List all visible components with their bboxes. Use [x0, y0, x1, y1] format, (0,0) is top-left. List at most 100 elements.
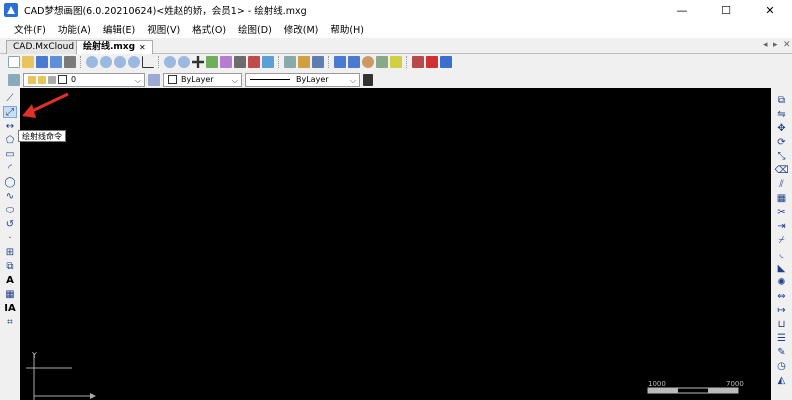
- chamfer-icon[interactable]: ◣: [776, 262, 788, 274]
- layer-dropdown[interactable]: 0 ⌵: [23, 72, 145, 87]
- hatch-icon[interactable]: ▦: [3, 288, 17, 300]
- move-icon[interactable]: ✥: [776, 122, 788, 134]
- linetype-dropdown[interactable]: ByLayer ⌵: [245, 72, 360, 87]
- dimension-icon[interactable]: ◭: [776, 374, 788, 386]
- zoom-window-icon[interactable]: [86, 56, 98, 68]
- array-icon[interactable]: ▦: [776, 192, 788, 204]
- rotate-icon[interactable]: ⟳: [776, 136, 788, 148]
- match-icon[interactable]: ✎: [776, 346, 788, 358]
- lock-icon: [48, 75, 56, 84]
- share-icon[interactable]: [440, 56, 452, 68]
- scale-label-start: 1000: [648, 380, 666, 388]
- explode-icon[interactable]: ✺: [776, 276, 788, 288]
- settings-icon[interactable]: [390, 56, 402, 68]
- make-current-layer-icon[interactable]: [148, 73, 160, 86]
- zoom-extents-icon[interactable]: [128, 56, 140, 68]
- line-icon[interactable]: ⟋: [3, 92, 17, 104]
- tab-current-drawing[interactable]: 绘射线.mxg ✕: [76, 40, 153, 54]
- text-icon[interactable]: A: [3, 274, 17, 286]
- draw-toolbar: ⟋ ⤢ ↔ ⬠ ▭ ◜ ◯ ∿ ⬭ ↺ · ⊞ ⧉ A ▦ IA ⌗: [0, 88, 20, 400]
- menu-format[interactable]: 格式(O): [186, 22, 232, 36]
- zoom-in-icon[interactable]: [100, 56, 112, 68]
- break-icon[interactable]: ⌿: [776, 234, 788, 246]
- insert-image-icon[interactable]: [298, 56, 310, 68]
- match-properties-icon[interactable]: [248, 56, 260, 68]
- arc-icon[interactable]: ◜: [3, 162, 17, 174]
- window-controls: — ☐ ✕: [660, 0, 792, 20]
- tab-mxcloud[interactable]: CAD.MxCloud: [6, 40, 82, 54]
- match-brush-icon[interactable]: [363, 73, 373, 86]
- menu-draw[interactable]: 绘图(D): [232, 22, 278, 36]
- join-icon[interactable]: ⊔: [776, 318, 788, 330]
- menu-file[interactable]: 文件(F): [8, 22, 52, 36]
- ellipse-arc-icon[interactable]: ↺: [3, 218, 17, 230]
- properties-icon[interactable]: ☰: [776, 332, 788, 344]
- maximize-button[interactable]: ☐: [704, 0, 748, 20]
- ray-icon[interactable]: ⤢: [3, 106, 17, 118]
- insert-block-icon[interactable]: ⊞: [3, 246, 17, 258]
- trim-icon[interactable]: ✂: [776, 206, 788, 218]
- menu-edit[interactable]: 编辑(E): [97, 22, 141, 36]
- layers-icon[interactable]: [8, 73, 20, 86]
- drawing-canvas[interactable]: Y 1000 7000: [20, 88, 771, 400]
- zoom-realtime-icon[interactable]: [164, 56, 176, 68]
- color-dropdown[interactable]: ByLayer ⌵: [163, 72, 242, 87]
- redraw-icon[interactable]: [206, 56, 218, 68]
- menu-function[interactable]: 功能(A): [52, 22, 97, 36]
- spline-icon[interactable]: ∿: [3, 190, 17, 202]
- mtext-icon[interactable]: IA: [3, 302, 17, 314]
- measure-toolbar-icon[interactable]: [284, 56, 296, 68]
- lengthen-icon[interactable]: ↦: [776, 304, 788, 316]
- fillet-icon[interactable]: ◟: [776, 248, 788, 260]
- ellipse-icon[interactable]: ⬭: [3, 204, 17, 216]
- print-icon[interactable]: [64, 56, 76, 68]
- layer-manager-icon[interactable]: [220, 56, 232, 68]
- erase-icon[interactable]: ⌫: [774, 164, 788, 176]
- tab-scroll-right-icon[interactable]: ▸: [773, 40, 778, 50]
- close-button[interactable]: ✕: [748, 0, 792, 20]
- menu-view[interactable]: 视图(V): [141, 22, 186, 36]
- tab-close-all-icon[interactable]: ✕: [783, 40, 791, 50]
- pdf-icon[interactable]: [426, 56, 438, 68]
- circle-icon[interactable]: ◯: [3, 176, 17, 188]
- linetype-value: ByLayer: [296, 75, 329, 84]
- point-icon[interactable]: ·: [3, 232, 17, 244]
- save-as-icon[interactable]: [50, 56, 62, 68]
- sun-icon: [38, 75, 46, 84]
- tab-scroll-left-icon[interactable]: ◂: [763, 40, 768, 50]
- zoom-out-icon[interactable]: [114, 56, 126, 68]
- xline-icon[interactable]: ↔: [3, 120, 17, 132]
- table-toolbar-icon[interactable]: [312, 56, 324, 68]
- cloud-icon[interactable]: [376, 56, 388, 68]
- make-block-icon[interactable]: ⧉: [3, 260, 17, 272]
- measure-icon[interactable]: ◷: [776, 360, 788, 372]
- save-icon[interactable]: [36, 56, 48, 68]
- open-file-icon[interactable]: [22, 56, 34, 68]
- undo-icon[interactable]: [334, 56, 346, 68]
- table-icon[interactable]: ⌗: [3, 316, 17, 328]
- copy-icon[interactable]: ⧉: [776, 94, 788, 106]
- new-file-icon[interactable]: [8, 56, 20, 68]
- stretch-icon[interactable]: ⇔: [776, 290, 788, 302]
- menu-help[interactable]: 帮助(H): [324, 22, 370, 36]
- offset-icon[interactable]: ⫽: [776, 178, 788, 190]
- polygon-icon[interactable]: ⬠: [3, 134, 17, 146]
- extend-icon[interactable]: ⇥: [776, 220, 788, 232]
- layer-value: 0: [71, 75, 77, 84]
- rectangle-icon[interactable]: ▭: [3, 148, 17, 160]
- menu-modify[interactable]: 修改(M): [278, 22, 325, 36]
- minimize-button[interactable]: —: [660, 0, 704, 20]
- pan-icon[interactable]: [192, 56, 204, 68]
- export-icon[interactable]: [412, 56, 424, 68]
- tab-close-icon[interactable]: ✕: [139, 41, 146, 54]
- scale-icon[interactable]: ⤡: [776, 150, 788, 162]
- properties-toolbar-icon[interactable]: [234, 56, 246, 68]
- mirror-icon[interactable]: ⇋: [776, 108, 788, 120]
- color-palette-icon[interactable]: [362, 56, 374, 68]
- toolbar-separator: [158, 56, 162, 68]
- redo-icon[interactable]: [348, 56, 360, 68]
- zoom-previous-icon[interactable]: [178, 56, 190, 68]
- axis-icon[interactable]: [142, 56, 154, 68]
- image-icon[interactable]: [262, 56, 274, 68]
- chevron-down-icon: ⌵: [134, 75, 141, 85]
